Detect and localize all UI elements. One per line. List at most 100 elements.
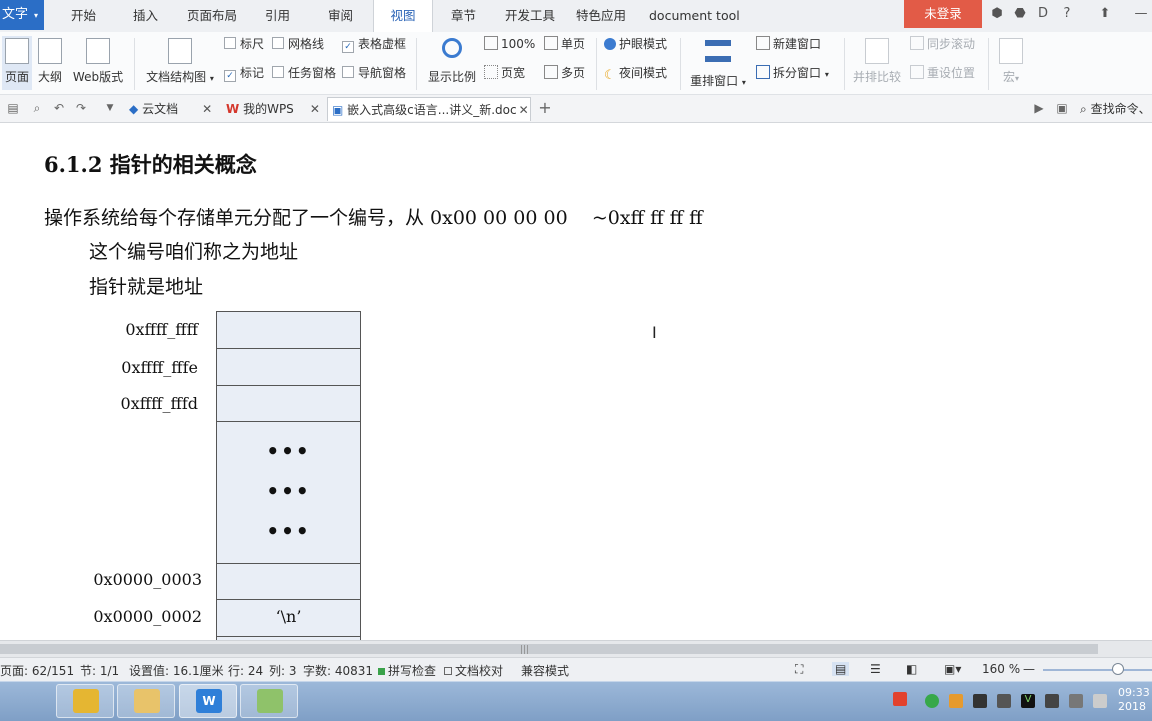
input-method-icon[interactable] bbox=[893, 692, 907, 706]
outline-status-icon[interactable]: ☰ bbox=[870, 662, 881, 676]
night-mode-button[interactable]: ☾ 夜间模式 bbox=[604, 65, 667, 82]
redo-icon[interactable]: ↷ bbox=[74, 101, 88, 115]
tray-volume-icon[interactable] bbox=[1069, 694, 1083, 708]
scrollbar-thumb[interactable]: ||| bbox=[0, 644, 1098, 655]
new-window-button[interactable]: 新建窗口 bbox=[756, 36, 821, 52]
spell-check-indicator-icon bbox=[378, 668, 385, 675]
menu-developer[interactable]: 开发工具 bbox=[505, 0, 555, 30]
zoom-slider-track[interactable] bbox=[1043, 669, 1152, 671]
status-page[interactable]: 页面: 62/151 bbox=[0, 662, 74, 679]
close-icon[interactable]: ✕ bbox=[202, 97, 212, 121]
eye-protection-button[interactable]: 护眼模式 bbox=[604, 36, 667, 52]
command-search[interactable]: ⌕ 查找命令、 bbox=[1080, 97, 1151, 121]
settings-icon[interactable]: ⬣ bbox=[1011, 6, 1029, 22]
tray-battery-icon[interactable] bbox=[1093, 694, 1107, 708]
split-window-button[interactable]: 拆分窗口 ▾ bbox=[756, 65, 829, 81]
new-tab-plus-icon[interactable]: + bbox=[538, 100, 552, 116]
side-by-side-button[interactable]: 并排比较 bbox=[850, 36, 904, 90]
minimize-icon[interactable]: — bbox=[1132, 6, 1150, 22]
menu-insert[interactable]: 插入 bbox=[133, 0, 158, 30]
play-icon[interactable]: ▶ bbox=[1032, 101, 1046, 115]
document-canvas[interactable]: 6.1.2 指针的相关概念 操作系统给每个存储单元分配了一个编号，从 0x00 … bbox=[0, 123, 1152, 640]
doc-structure-button[interactable]: 文档结构图 ▾ bbox=[144, 36, 216, 90]
page-view-status-icon[interactable]: ▤ bbox=[832, 662, 850, 676]
tray-app-icon[interactable] bbox=[949, 694, 963, 708]
rearrange-button[interactable]: 重排窗口 ▾ bbox=[688, 36, 748, 90]
spell-check-toggle[interactable]: 拼写检查 bbox=[378, 662, 436, 679]
zoom-level[interactable]: 160 % bbox=[982, 662, 1020, 676]
taskbar-app-1[interactable] bbox=[56, 684, 114, 718]
ruler-label: 标尺 bbox=[240, 37, 265, 51]
tab-cloud-docs[interactable]: ◆ 云文档 ✕ bbox=[127, 97, 222, 121]
system-clock[interactable]: 09:33 2018 bbox=[1118, 686, 1150, 714]
menu-review[interactable]: 审阅 bbox=[328, 0, 353, 30]
help-icon[interactable]: ? bbox=[1058, 6, 1076, 22]
close-icon[interactable]: ✕ bbox=[310, 97, 320, 121]
divider bbox=[844, 38, 845, 90]
menu-features[interactable]: 特色应用 bbox=[576, 0, 626, 30]
menu-page-layout[interactable]: 页面布局 bbox=[187, 0, 237, 30]
macro-button[interactable]: 宏▾ bbox=[996, 36, 1026, 90]
tray-vc-icon[interactable]: V bbox=[1021, 694, 1035, 708]
markup-checkbox[interactable]: ✓ 标记 bbox=[224, 65, 264, 82]
menu-references[interactable]: 引用 bbox=[265, 0, 290, 30]
outline-icon bbox=[38, 38, 62, 64]
fullscreen-icon[interactable]: ⛶ bbox=[795, 662, 803, 677]
single-page-button[interactable]: 单页 bbox=[544, 36, 585, 52]
tab-list-icon[interactable]: ▣ bbox=[1055, 101, 1069, 115]
address-label: 0xffff_fffe bbox=[121, 358, 198, 377]
horizontal-scrollbar[interactable]: ||| bbox=[0, 640, 1152, 657]
tab-my-wps[interactable]: W 我的WPS ✕ bbox=[226, 97, 324, 121]
login-button[interactable]: 未登录 bbox=[904, 0, 982, 28]
menu-document-tool[interactable]: document tool bbox=[649, 0, 740, 30]
tab-active-document[interactable]: ▣ 嵌入式高级c语言...讲义_新.doc ✕ bbox=[327, 97, 531, 121]
print-icon[interactable]: ▤ bbox=[6, 101, 20, 115]
menu-view[interactable]: 视图 bbox=[373, 0, 433, 32]
ellipsis-mark: ••• bbox=[266, 479, 311, 503]
web-view-button[interactable]: Web版式 bbox=[70, 36, 126, 90]
restore-icon[interactable]: ⬆ bbox=[1096, 6, 1114, 22]
ruler-checkbox[interactable]: 标尺 bbox=[224, 36, 264, 52]
app-menu-button[interactable]: 文字 ▾ bbox=[0, 0, 44, 30]
taskbar-notepad[interactable] bbox=[240, 684, 298, 718]
zoom-slider-knob[interactable] bbox=[1112, 663, 1124, 675]
wps-writer-icon: W bbox=[196, 689, 222, 713]
page-width-button[interactable]: 页宽 bbox=[484, 65, 525, 81]
zoom-out-icon[interactable]: — bbox=[1023, 662, 1035, 676]
multi-page-button[interactable]: 多页 bbox=[544, 65, 585, 81]
menu-chapter[interactable]: 章节 bbox=[451, 0, 476, 30]
quick-access-dropdown-icon[interactable]: ▼ bbox=[103, 101, 117, 115]
page-view-button[interactable]: 页面 bbox=[2, 36, 32, 90]
gridlines-checkbox[interactable]: 网格线 bbox=[272, 36, 324, 52]
undo-icon[interactable]: ↶ bbox=[52, 101, 66, 115]
web-status-icon[interactable]: ◧ bbox=[906, 662, 917, 676]
feedback-icon[interactable]: D bbox=[1034, 6, 1052, 22]
taskbar-wps-writer[interactable]: W bbox=[179, 684, 237, 718]
compat-mode: 兼容模式 bbox=[521, 664, 570, 678]
new-window-label: 新建窗口 bbox=[773, 37, 822, 51]
single-page-label: 单页 bbox=[561, 37, 586, 51]
sync-scroll-button[interactable]: 同步滚动 bbox=[910, 36, 975, 52]
table-gridlines-checkbox[interactable]: ✓ 表格虚框 bbox=[342, 36, 406, 53]
menu-start[interactable]: 开始 bbox=[71, 0, 96, 30]
doc-proof-toggle[interactable]: 文档校对 bbox=[444, 662, 503, 679]
skin-icon[interactable]: ⬢ bbox=[988, 6, 1006, 22]
task-pane-checkbox[interactable]: 任务窗格 bbox=[272, 65, 336, 81]
split-window-icon bbox=[756, 65, 770, 79]
address-label: 0x0000_0002 bbox=[93, 607, 202, 626]
reading-mode-icon[interactable]: ▣▾ bbox=[944, 662, 961, 676]
tray-pen-icon[interactable] bbox=[997, 694, 1011, 708]
close-icon[interactable]: ✕ bbox=[519, 98, 529, 122]
zoom-button[interactable]: 显示比例 bbox=[426, 36, 478, 90]
print-preview-icon[interactable]: ⌕ bbox=[30, 101, 44, 115]
tray-shield-icon[interactable] bbox=[925, 694, 939, 708]
taskbar-file-explorer[interactable] bbox=[117, 684, 175, 718]
sync-scroll-label: 同步滚动 bbox=[927, 37, 976, 51]
zoom-100-button[interactable]: 100% bbox=[484, 36, 535, 52]
tray-network-icon[interactable] bbox=[1045, 694, 1059, 708]
outline-view-button[interactable]: 大纲 bbox=[36, 36, 64, 90]
reset-position-button[interactable]: 重设位置 bbox=[910, 65, 975, 81]
status-wordcount[interactable]: 字数: 40831 bbox=[303, 662, 373, 679]
tray-film-icon[interactable] bbox=[973, 694, 987, 708]
nav-pane-checkbox[interactable]: 导航窗格 bbox=[342, 65, 406, 81]
